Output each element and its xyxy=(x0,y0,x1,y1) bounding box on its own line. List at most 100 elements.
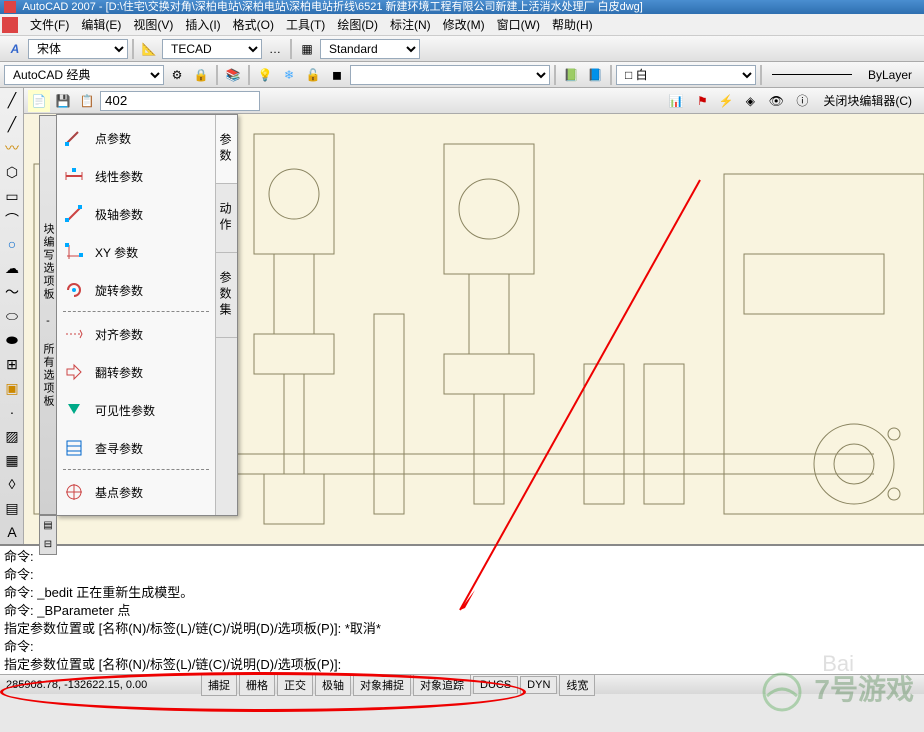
param-visibility[interactable]: 可见性参数 xyxy=(57,391,215,429)
param-flip[interactable]: 翻转参数 xyxy=(57,353,215,391)
ducs-button[interactable]: DUCS xyxy=(473,676,518,694)
table-icon[interactable]: ▤ xyxy=(1,497,23,519)
menu-file[interactable]: 文件(F) xyxy=(24,13,75,36)
otrack-button[interactable]: 对象追踪 xyxy=(413,674,471,696)
dim-icon[interactable]: … xyxy=(264,38,286,60)
layer-lock-icon[interactable]: 🔓 xyxy=(302,64,324,86)
close-block-editor-button[interactable]: 关闭块编辑器(C) xyxy=(815,88,920,113)
param-xy[interactable]: XY 参数 xyxy=(57,233,215,271)
dim-style-icon[interactable]: 📐 xyxy=(138,38,160,60)
palette-divider xyxy=(63,311,209,313)
osnap-button[interactable]: 对象捕捉 xyxy=(353,674,411,696)
xy-param-icon xyxy=(63,241,85,263)
palette-props-icon[interactable]: ▤ xyxy=(40,516,56,535)
param-point[interactable]: 点参数 xyxy=(57,119,215,157)
param-label: 点参数 xyxy=(95,130,131,147)
menu-view[interactable]: 视图(V) xyxy=(127,13,179,36)
rectangle-icon[interactable]: ▭ xyxy=(1,185,23,207)
block-icon[interactable]: ▣ xyxy=(1,377,23,399)
toolbar-styles: A 宋体 📐 TECAD … ▦ Standard xyxy=(0,36,924,62)
snap-button[interactable]: 捕捉 xyxy=(201,674,237,696)
param-label: 线性参数 xyxy=(95,168,143,185)
bparameter-icon[interactable]: 📊 xyxy=(665,90,687,112)
bsaveas-icon[interactable]: 📋 xyxy=(76,90,98,112)
battribute-icon[interactable]: ◈ xyxy=(739,90,761,112)
param-linear[interactable]: 线性参数 xyxy=(57,157,215,195)
menu-dimension[interactable]: 标注(N) xyxy=(384,13,437,36)
insert-icon[interactable]: ⊞ xyxy=(1,353,23,375)
baction-icon[interactable]: ⚡ xyxy=(715,90,737,112)
table-style-icon[interactable]: ▦ xyxy=(296,38,318,60)
param-basepoint[interactable]: 基点参数 xyxy=(57,473,215,511)
grid-button[interactable]: 栅格 xyxy=(239,674,275,696)
color-select[interactable]: □ 白 xyxy=(616,65,756,85)
spline-icon[interactable]: 〜 xyxy=(1,281,23,303)
pline-icon[interactable]: 〰 xyxy=(1,137,23,159)
palette-controls[interactable]: ▤ ⊟ xyxy=(39,515,57,555)
xline-icon[interactable]: ╱ xyxy=(1,113,23,135)
polygon-icon[interactable]: ⬡ xyxy=(1,161,23,183)
menu-help[interactable]: 帮助(H) xyxy=(546,13,599,36)
menu-insert[interactable]: 插入(I) xyxy=(179,13,226,36)
layer-match-icon[interactable]: 📘 xyxy=(584,64,606,86)
cmd-line: 命令: _BParameter 点 xyxy=(4,602,920,620)
menu-window[interactable]: 窗口(W) xyxy=(491,13,546,36)
circle-icon[interactable]: ○ xyxy=(1,233,23,255)
cmd-line: 命令: xyxy=(4,566,920,584)
table-style-select[interactable]: Standard xyxy=(320,39,420,59)
command-line[interactable]: 命令: 命令: 命令: _bedit 正在重新生成模型。 命令: _BParam… xyxy=(0,544,924,674)
lwt-button[interactable]: 线宽 xyxy=(559,674,595,696)
bclose-info-icon[interactable]: ⓘ xyxy=(791,90,813,112)
gradient-icon[interactable]: ▦ xyxy=(1,449,23,471)
layer-select[interactable] xyxy=(350,65,550,85)
layer-state-icon[interactable]: 💡 xyxy=(254,64,276,86)
layer-freeze-icon[interactable]: ❄ xyxy=(278,64,300,86)
palette-autohide-icon[interactable]: ⊟ xyxy=(40,535,56,554)
param-lookup[interactable]: 查寻参数 xyxy=(57,429,215,467)
menu-edit[interactable]: 编辑(E) xyxy=(75,13,127,36)
block-name-input[interactable] xyxy=(100,91,260,111)
layer-color-icon[interactable]: ◼ xyxy=(326,64,348,86)
workspace-settings-icon[interactable]: ⚙ xyxy=(166,64,188,86)
ellipse-arc-icon[interactable]: ⬬ xyxy=(1,329,23,351)
param-rotation[interactable]: 旋转参数 xyxy=(57,271,215,309)
menubar: 文件(F) 编辑(E) 视图(V) 插入(I) 格式(O) 工具(T) 绘图(D… xyxy=(0,14,924,36)
workspace-select[interactable]: AutoCAD 经典 xyxy=(4,65,164,85)
param-polar[interactable]: 极轴参数 xyxy=(57,195,215,233)
arc-icon[interactable]: ⌒ xyxy=(1,209,23,231)
coordinates: 285908.78, -132622.15, 0.00 xyxy=(0,679,200,691)
polar-button[interactable]: 极轴 xyxy=(315,674,351,696)
font-select[interactable]: 宋体 xyxy=(28,39,128,59)
dyn-button[interactable]: DYN xyxy=(520,676,557,694)
mtext-icon[interactable]: A xyxy=(1,521,23,543)
menu-draw[interactable]: 绘图(D) xyxy=(331,13,384,36)
palette-title[interactable]: 块编写选项板 - 所有选项板 xyxy=(39,115,57,515)
revcloud-icon[interactable]: ☁ xyxy=(1,257,23,279)
region-icon[interactable]: ◊ xyxy=(1,473,23,495)
ellipse-icon[interactable]: ⬭ xyxy=(1,305,23,327)
ortho-button[interactable]: 正交 xyxy=(277,674,313,696)
palette-tabs: 参数 动作 参数集 xyxy=(215,115,237,515)
bedit-icon[interactable]: 📄 xyxy=(28,90,50,112)
point-icon[interactable]: · xyxy=(1,401,23,423)
menu-format[interactable]: 格式(O) xyxy=(227,13,280,36)
layers-icon[interactable]: 📚 xyxy=(222,64,244,86)
linetype-preview xyxy=(772,74,852,75)
bvshow-icon[interactable]: 👁 xyxy=(765,90,787,112)
dim-style-select[interactable]: TECAD xyxy=(162,39,262,59)
param-alignment[interactable]: 对齐参数 xyxy=(57,315,215,353)
tab-param-sets[interactable]: 参数集 xyxy=(216,253,237,338)
param-label: 查寻参数 xyxy=(95,440,143,457)
tab-params[interactable]: 参数 xyxy=(216,115,237,184)
layer-prev-icon[interactable]: 📗 xyxy=(560,64,582,86)
bsave-icon[interactable]: 💾 xyxy=(52,90,74,112)
menu-tools[interactable]: 工具(T) xyxy=(280,13,331,36)
line-icon[interactable]: ╱ xyxy=(1,89,23,111)
workspace-lock-icon[interactable]: 🔒 xyxy=(190,64,212,86)
menu-modify[interactable]: 修改(M) xyxy=(437,13,491,36)
text-style-icon[interactable]: A xyxy=(4,38,26,60)
bflag-icon[interactable]: ⚑ xyxy=(691,90,713,112)
hatch-icon[interactable]: ▨ xyxy=(1,425,23,447)
tab-actions[interactable]: 动作 xyxy=(216,184,237,253)
block-authoring-palette[interactable]: 块编写选项板 - 所有选项板 ▤ ⊟ 点参数 线性参数 xyxy=(56,114,238,516)
